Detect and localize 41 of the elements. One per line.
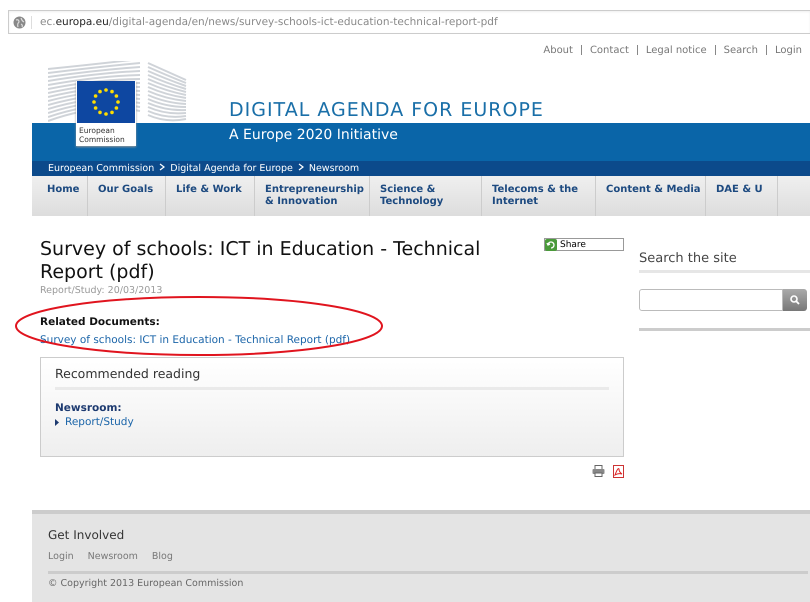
- breadcrumb-link[interactable]: Newsroom: [308, 163, 360, 174]
- pdf-icon[interactable]: [613, 465, 624, 478]
- triangle-icon: [55, 418, 59, 426]
- share-button[interactable]: Share: [544, 238, 624, 251]
- top-link[interactable]: Contact: [582, 44, 637, 56]
- nav-item[interactable]: Telecoms & the Internet: [482, 176, 596, 216]
- top-link[interactable]: Legal notice: [638, 44, 715, 56]
- globe-icon: [13, 16, 32, 28]
- breadcrumb-link[interactable]: European Commission: [48, 163, 154, 174]
- search-button[interactable]: [783, 289, 807, 311]
- article-title: Survey of schools: ICT in Education - Technical Report (pdf): [40, 238, 482, 284]
- eu-flag-icon: [77, 81, 135, 123]
- breadcrumb-link[interactable]: Digital Agenda for Europe: [170, 163, 293, 174]
- nav-item[interactable]: Science & Technology: [370, 176, 482, 216]
- address-bar[interactable]: ec.europa.eu/digital-agenda/en/news/survey-schools-ict-education-technical-report-pdf: [8, 10, 810, 34]
- nav-item[interactable]: Our Goals: [88, 176, 166, 216]
- share-icon: [545, 238, 557, 250]
- section-heading: Newsroom:: [55, 402, 123, 414]
- sidebar-heading: Search the site: [639, 251, 738, 266]
- category-link[interactable]: Report/Study: [65, 416, 134, 428]
- footer-link[interactable]: Blog: [152, 551, 173, 562]
- top-link[interactable]: Search: [716, 44, 766, 56]
- nav-item[interactable]: DAE & U: [706, 176, 778, 216]
- copyright-text: © Copyright 2013 European Commission: [48, 578, 244, 589]
- nav-item[interactable]: Home: [32, 176, 88, 216]
- top-link[interactable]: Login: [767, 44, 810, 56]
- site-title: DIGITAL AGENDA FOR EUROPE: [229, 99, 544, 123]
- footer-link[interactable]: Login: [48, 551, 74, 562]
- article-date: Report/Study: 20/03/2013: [40, 285, 164, 296]
- footer-link[interactable]: Newsroom: [88, 551, 138, 562]
- nav-item[interactable]: Life & Work: [166, 176, 255, 216]
- panel-title: Recommended reading: [55, 366, 202, 381]
- print-icon[interactable]: [592, 465, 605, 477]
- site-subtitle: A Europe 2020 Initiative: [229, 126, 399, 143]
- nav-item[interactable]: Content & Media: [596, 176, 706, 216]
- top-link[interactable]: About: [535, 44, 581, 56]
- search-field[interactable]: [639, 289, 783, 311]
- footer-heading: Get Involved: [48, 528, 126, 542]
- nav-item[interactable]: Entrepreneurship & Innovation: [255, 176, 370, 216]
- search-icon: [790, 295, 800, 305]
- related-heading: Related Documents:: [40, 316, 161, 328]
